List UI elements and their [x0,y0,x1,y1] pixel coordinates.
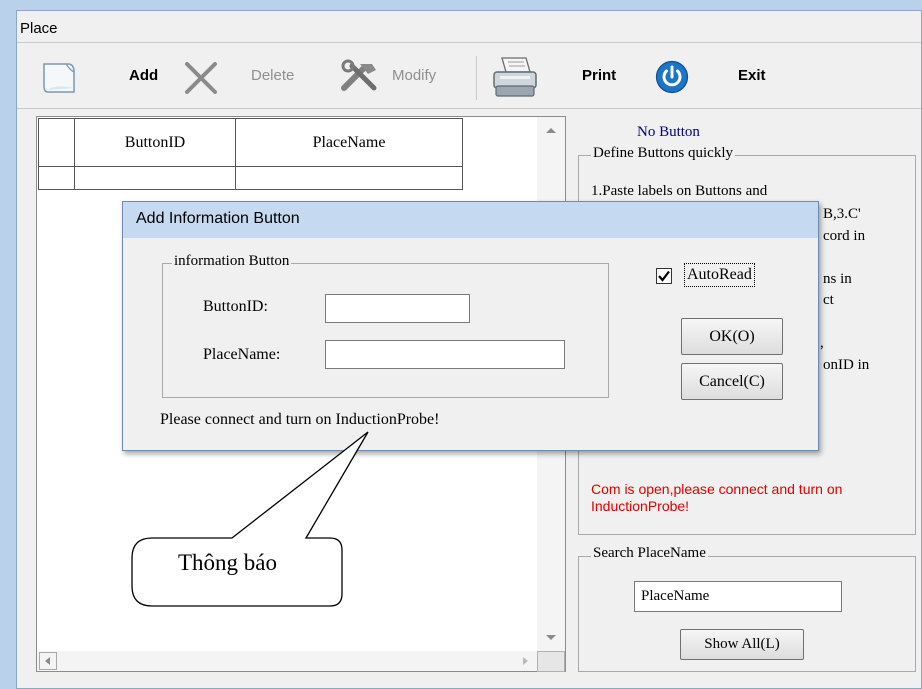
toolbar-separator [476,56,477,100]
search-placename-legend: Search PlaceName [591,545,708,562]
no-button-status: No Button [637,124,700,140]
dialog-titlebar: Add Information Button [123,202,818,238]
ok-button[interactable]: OK(O) [681,318,783,355]
column-header-buttonid[interactable]: ButtonID [74,118,236,167]
add-button-icon[interactable] [40,58,80,96]
scroll-up-arrow-icon[interactable] [539,120,563,140]
instruction-line: 1.Paste labels on Buttons and [591,183,768,199]
define-buttons-legend: Define Buttons quickly [591,145,735,162]
exit-button-label[interactable]: Exit [738,67,766,84]
placename-input[interactable] [325,340,565,369]
scroll-down-arrow-icon[interactable] [539,628,563,648]
scroll-right-arrow-icon[interactable] [516,652,534,670]
instruction-line: ct [823,292,834,308]
dialog-connect-message: Please connect and turn on InductionProb… [160,411,440,428]
instruction-line: , [820,335,824,351]
table-cell[interactable] [74,166,236,190]
buttonid-label: ButtonID: [203,298,268,315]
toolbar-bottom-separator [17,108,921,109]
instruction-line: ns in [823,271,852,287]
buttonid-input[interactable] [325,294,470,323]
scroll-left-arrow-icon[interactable] [39,652,57,670]
search-placename-input[interactable]: PlaceName [634,581,842,612]
cancel-button[interactable]: Cancel(C) [681,363,783,400]
add-button-label[interactable]: Add [129,67,158,84]
row-header[interactable] [38,166,75,190]
table-cell[interactable] [235,166,463,190]
print-button-label[interactable]: Print [582,67,616,84]
column-header-placename[interactable]: PlaceName [235,118,463,167]
callout-label: Thông báo [178,550,278,575]
com-status-message: Com is open,please connect and turn on I… [591,481,843,514]
instruction-line: B,3.C' [823,206,861,222]
instruction-line: onID in [823,357,870,373]
title-separator [17,42,921,43]
power-exit-icon[interactable] [655,60,689,94]
delete-icon [183,60,219,96]
delete-button-label[interactable]: Delete [251,67,294,84]
printer-icon[interactable] [490,54,540,100]
information-button-group [162,263,609,398]
placename-label: PlaceName: [203,346,281,363]
instruction-line: cord in [823,228,866,244]
grid-row-header-corner [38,118,75,167]
autoread-checkbox[interactable] [656,268,672,284]
scrollbar-corner [537,651,565,672]
information-button-legend: information Button [172,253,292,270]
show-all-button[interactable]: Show All(L) [680,629,804,660]
window-title: Place [20,20,58,37]
callout-bubble-shape [131,431,369,607]
modify-tools-icon [334,58,388,98]
dialog-title: Add Information Button [136,210,300,227]
horizontal-scrollbar[interactable] [37,651,537,671]
modify-button-label[interactable]: Modify [392,67,436,84]
autoread-label[interactable]: AutoRead [684,263,755,287]
